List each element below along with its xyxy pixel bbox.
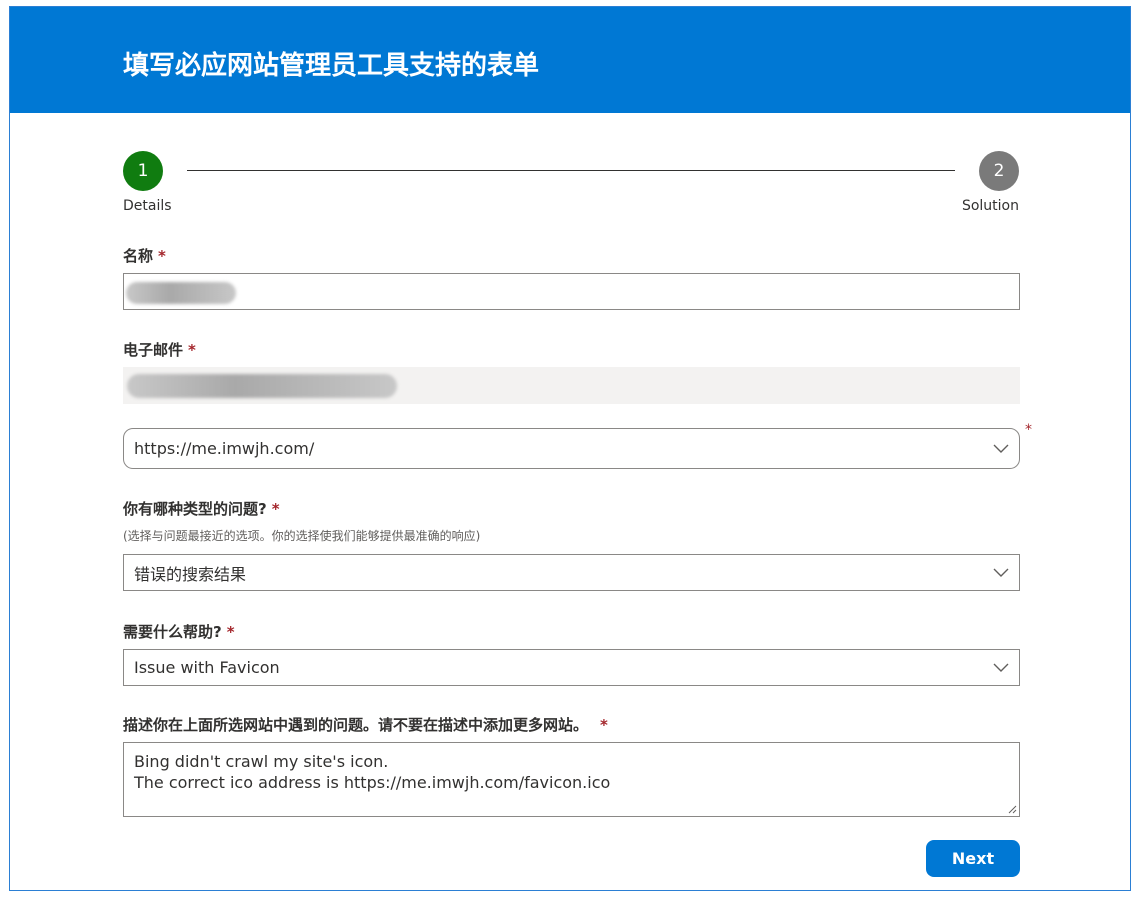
- help-label-text: 需要什么帮助?: [123, 623, 222, 641]
- issue-type-required-mark: *: [271, 500, 280, 518]
- description-label: 描述你在上面所选网站中遇到的问题。请不要在描述中添加更多网站。 *: [123, 715, 608, 735]
- email-label: 电子邮件 *: [123, 340, 196, 360]
- email-label-text: 电子邮件: [123, 341, 184, 359]
- issue-type-hint: (选择与问题最接近的选项。你的选择使我们能够提供最准确的响应): [123, 529, 481, 543]
- site-select[interactable]: https://me.imwjh.com/: [123, 428, 1020, 469]
- site-select-value: https://me.imwjh.com/: [134, 439, 315, 458]
- email-field-readonly: [123, 367, 1020, 404]
- description-line-1: Bing didn't crawl my site's icon.: [134, 752, 389, 771]
- name-input[interactable]: [123, 273, 1020, 310]
- help-label: 需要什么帮助? *: [123, 622, 235, 642]
- help-select[interactable]: Issue with Favicon: [123, 649, 1020, 686]
- description-textarea[interactable]: Bing didn't crawl my site's icon. The co…: [123, 742, 1020, 817]
- email-required-mark: *: [188, 341, 196, 359]
- step-2-label: Solution: [961, 198, 1019, 214]
- name-label-text: 名称: [123, 247, 154, 265]
- step-1-indicator: 1: [123, 151, 163, 191]
- help-select-value: Issue with Favicon: [134, 658, 280, 677]
- help-required-mark: *: [226, 623, 235, 641]
- stepper-connector-line: [187, 170, 955, 171]
- page-title: 填写必应网站管理员工具支持的表单: [123, 51, 540, 81]
- page-header: 填写必应网站管理员工具支持的表单: [10, 7, 1130, 113]
- name-required-mark: *: [158, 247, 166, 265]
- redacted-name-blur: [126, 282, 236, 304]
- issue-type-select[interactable]: 错误的搜索结果: [123, 554, 1020, 591]
- site-required-mark: *: [1025, 422, 1032, 438]
- resize-grip-icon[interactable]: [1008, 805, 1017, 814]
- support-form-frame: 填写必应网站管理员工具支持的表单 1 2 Details Solution 名称…: [9, 6, 1131, 891]
- chevron-down-icon: [993, 568, 1009, 577]
- step-1-label: Details: [123, 198, 172, 214]
- redacted-email-blur: [127, 374, 397, 398]
- issue-type-select-value: 错误的搜索结果: [134, 564, 247, 584]
- issue-type-label-text: 你有哪种类型的问题?: [123, 500, 267, 518]
- chevron-down-icon: [993, 444, 1009, 453]
- name-label: 名称 *: [123, 246, 166, 266]
- issue-type-label: 你有哪种类型的问题? *: [123, 499, 280, 519]
- description-label-text: 描述你在上面所选网站中遇到的问题。请不要在描述中添加更多网站。: [123, 716, 589, 734]
- next-button[interactable]: Next: [926, 840, 1020, 877]
- description-required-mark: *: [600, 716, 608, 734]
- description-line-2: The correct ico address is https://me.im…: [134, 773, 611, 792]
- step-2-indicator: 2: [979, 151, 1019, 191]
- chevron-down-icon: [993, 663, 1009, 672]
